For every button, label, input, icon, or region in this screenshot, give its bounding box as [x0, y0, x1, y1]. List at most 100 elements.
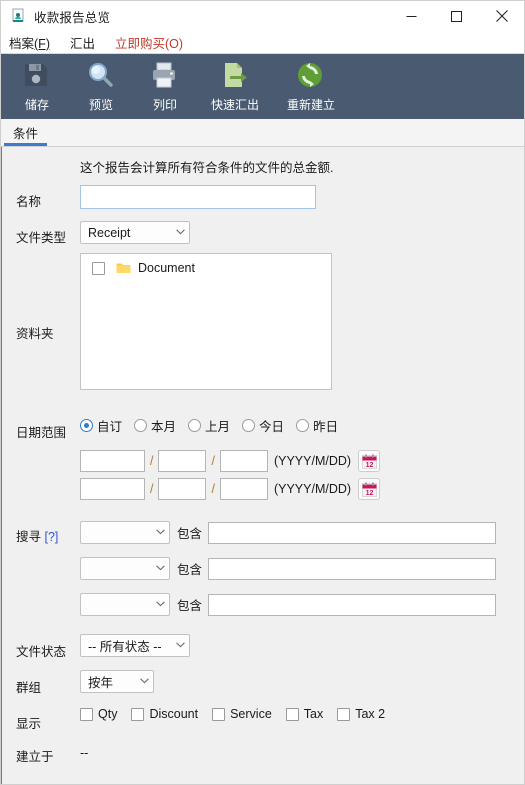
- folder-checkbox[interactable]: [92, 261, 105, 275]
- date-range-option-yesterday[interactable]: 昨日: [296, 416, 338, 435]
- created-on-label: 建立于: [16, 750, 54, 764]
- toolbar: 储存 预览 列印 快速汇出 重新建立: [1, 53, 524, 119]
- chevron-down-icon: [148, 564, 165, 574]
- date-from-year-input[interactable]: [80, 450, 145, 472]
- date-range-option-custom[interactable]: 自订: [80, 416, 122, 435]
- menu-bar: 档案(F) 汇出 立即购买(O): [1, 31, 524, 53]
- doc-type-select[interactable]: Receipt: [80, 221, 190, 244]
- folders-label: 资料夹: [16, 327, 54, 341]
- search-label: 搜寻 [?]: [16, 526, 58, 545]
- calendar-icon[interactable]: 12: [358, 450, 381, 472]
- display-option-tax[interactable]: Tax: [285, 707, 324, 721]
- chevron-down-icon: [168, 641, 185, 651]
- search-field-select-3[interactable]: [80, 593, 170, 616]
- doc-type-value: Receipt: [88, 225, 131, 240]
- search-field-select-2[interactable]: [80, 557, 170, 580]
- display-option-discount[interactable]: Discount: [131, 707, 198, 721]
- search-value-input-2[interactable]: [208, 557, 497, 580]
- preview-magnifier-icon: [85, 60, 117, 90]
- toolbar-button-quick-export[interactable]: 快速汇出: [197, 54, 273, 113]
- menu-item-file-label: 档案: [9, 36, 35, 51]
- date-from-day-input[interactable]: [219, 450, 268, 472]
- date-format-hint: (YYYY/M/DD): [273, 482, 352, 496]
- list-item[interactable]: Document: [81, 254, 331, 275]
- name-label: 名称: [16, 195, 42, 209]
- date-range-option-this-month[interactable]: 本月: [134, 416, 176, 435]
- checkbox-icon[interactable]: [285, 707, 299, 721]
- window-title: 收款报告总览: [34, 10, 111, 25]
- chevron-down-icon: [148, 600, 165, 610]
- radio-icon[interactable]: [80, 419, 93, 432]
- search-help-link[interactable]: [?]: [45, 530, 59, 544]
- radio-icon[interactable]: [242, 419, 256, 432]
- search-value-input-1[interactable]: [208, 521, 497, 544]
- checkbox-icon[interactable]: [131, 707, 145, 721]
- created-on-value: --: [80, 746, 89, 760]
- display-option-qty-label: Qty: [98, 707, 118, 721]
- date-to-day-input[interactable]: [219, 478, 268, 500]
- toolbar-button-quick-export-label: 快速汇出: [210, 98, 259, 112]
- toolbar-button-preview-label: 预览: [88, 98, 113, 112]
- quick-export-icon: [219, 60, 251, 90]
- date-range-option-custom-label: 自订: [97, 420, 123, 434]
- display-option-tax2[interactable]: Tax 2: [337, 707, 385, 721]
- menu-item-buy-now-mnemonic: (O): [165, 36, 184, 51]
- checkbox-icon[interactable]: [80, 707, 93, 721]
- search-row-2: 包含: [80, 557, 524, 580]
- maximize-icon[interactable]: [434, 1, 479, 31]
- search-field-select-1[interactable]: [80, 521, 170, 544]
- chevron-down-icon: [132, 677, 149, 687]
- close-icon[interactable]: [479, 1, 524, 31]
- group-label: 群组: [16, 681, 42, 695]
- radio-icon[interactable]: [188, 419, 202, 432]
- svg-text:12: 12: [365, 462, 373, 469]
- search-operator-1: 包含: [177, 527, 203, 541]
- calendar-icon[interactable]: 12: [358, 478, 381, 500]
- date-to-month-input[interactable]: [158, 478, 207, 500]
- date-range-option-yesterday-label: 昨日: [313, 420, 339, 434]
- radio-icon[interactable]: [296, 419, 310, 432]
- chevron-down-icon: [148, 528, 165, 538]
- toolbar-button-print-label: 列印: [152, 98, 177, 112]
- radio-icon[interactable]: [134, 419, 148, 432]
- panel-description: 这个报告会计算所有符合条件的文件的总金额.: [80, 161, 334, 175]
- doc-type-label: 文件类型: [16, 231, 67, 245]
- date-from-row: / / (YYYY/M/DD) 12: [80, 450, 524, 472]
- menu-item-export[interactable]: 汇出: [70, 33, 95, 52]
- display-label: 显示: [16, 717, 42, 731]
- toolbar-button-print[interactable]: 列印: [133, 54, 197, 113]
- date-range-option-today[interactable]: 今日: [242, 416, 284, 435]
- search-value-input-3[interactable]: [208, 593, 497, 616]
- date-range-option-today-label: 今日: [259, 420, 285, 434]
- toolbar-button-rebuild[interactable]: 重新建立: [273, 54, 349, 113]
- display-option-tax-label: Tax: [303, 707, 324, 721]
- folders-listbox[interactable]: Document: [80, 253, 332, 390]
- toolbar-button-save[interactable]: 储存: [5, 54, 69, 113]
- menu-item-buy-now[interactable]: 立即购买(O): [115, 33, 183, 52]
- folder-icon: [116, 262, 131, 274]
- checkbox-icon[interactable]: [337, 707, 351, 721]
- group-select[interactable]: 按年: [80, 670, 154, 693]
- doc-status-select[interactable]: -- 所有状态 --: [80, 634, 190, 657]
- search-label-text: 搜寻: [16, 530, 42, 544]
- date-range-option-last-month[interactable]: 上月: [188, 416, 230, 435]
- search-operator-3: 包含: [177, 599, 203, 613]
- date-to-row: / / (YYYY/M/DD) 12: [80, 478, 524, 500]
- checkbox-icon[interactable]: [212, 707, 226, 721]
- display-option-service[interactable]: Service: [212, 707, 272, 721]
- display-option-qty[interactable]: Qty: [80, 707, 117, 721]
- doc-status-label: 文件状态: [16, 645, 67, 659]
- tab-conditions[interactable]: 条件: [1, 119, 50, 146]
- menu-item-file-mnemonic: (F): [34, 36, 50, 51]
- toolbar-button-preview[interactable]: 预览: [69, 54, 133, 113]
- minimize-icon[interactable]: [389, 1, 434, 31]
- application-window: 收款报告总览 档案(F) 汇出 立即购买(O) 储存 预览 列印 快速汇出 重新…: [0, 0, 525, 785]
- date-format-hint: (YYYY/M/DD): [273, 454, 352, 468]
- date-range-option-this-month-label: 本月: [151, 420, 177, 434]
- name-input[interactable]: [80, 185, 316, 209]
- date-from-month-input[interactable]: [158, 450, 207, 472]
- tab-conditions-label: 条件: [13, 127, 39, 141]
- date-to-year-input[interactable]: [80, 478, 145, 500]
- menu-item-file[interactable]: 档案(F): [9, 33, 50, 52]
- svg-text:12: 12: [365, 490, 373, 497]
